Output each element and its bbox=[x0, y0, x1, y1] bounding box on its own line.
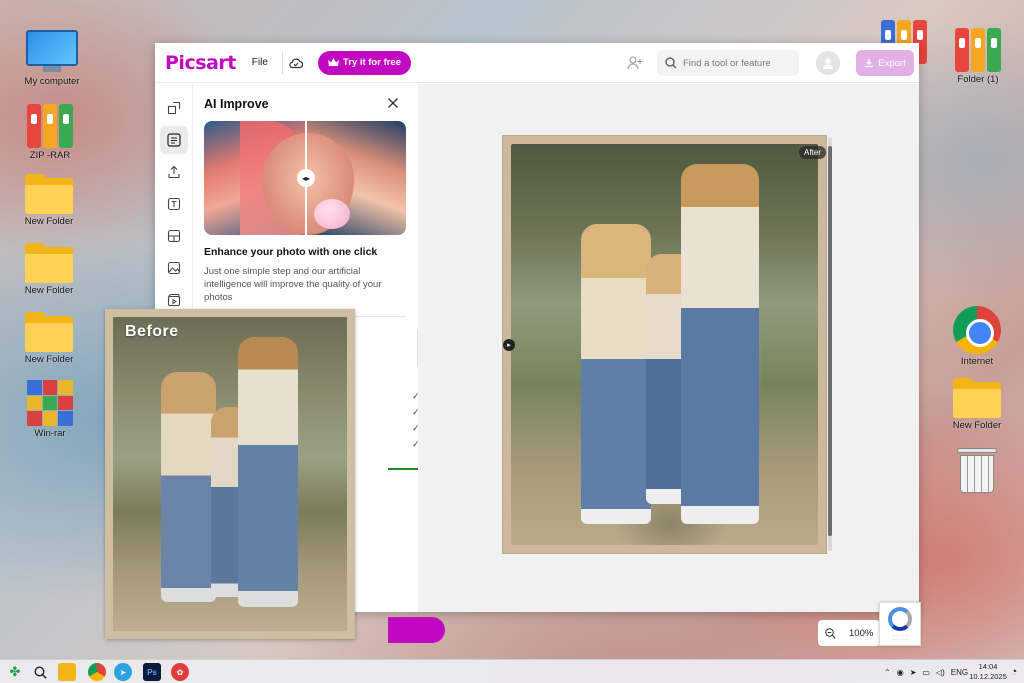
recaptcha-icon bbox=[888, 607, 912, 631]
picsart-logo[interactable]: Picsart bbox=[165, 52, 236, 74]
desktop-icon-label: ZIP -RAR bbox=[29, 150, 71, 161]
desktop-icon-new-folder-1[interactable]: New Folder bbox=[14, 174, 84, 227]
edited-photo[interactable] bbox=[503, 136, 826, 553]
after-badge: After bbox=[799, 146, 826, 159]
monitor-icon bbox=[26, 30, 78, 74]
rail-resize-icon[interactable] bbox=[160, 94, 188, 122]
volume-icon[interactable]: ◁) bbox=[936, 668, 945, 677]
file-explorer-icon[interactable] bbox=[58, 663, 76, 681]
desktop-icon-label: New Folder bbox=[24, 216, 74, 227]
search-placeholder: Find a tool or feature bbox=[683, 57, 771, 69]
telegram-icon[interactable]: ➤ bbox=[114, 663, 132, 681]
user-icon bbox=[823, 58, 833, 69]
search-icon bbox=[665, 57, 677, 69]
export-label: Export bbox=[878, 57, 906, 69]
rail-image-icon[interactable] bbox=[160, 254, 188, 282]
desktop-icon-label: My computer bbox=[24, 76, 80, 87]
vertical-scrollbar[interactable] bbox=[828, 138, 832, 551]
try-for-free-label: Try it for free bbox=[342, 57, 401, 68]
photoshop-icon[interactable]: Ps bbox=[143, 663, 161, 681]
search-input[interactable]: Find a tool or feature bbox=[657, 50, 799, 76]
compare-slider-handle-icon[interactable]: ◂▸ bbox=[297, 169, 315, 187]
clock-time: 14:04 bbox=[978, 662, 998, 671]
desktop-icon-new-folder-3[interactable]: New Folder bbox=[14, 312, 84, 365]
before-after-preview-image[interactable]: ◂▸ bbox=[204, 121, 406, 235]
export-button[interactable]: Export bbox=[856, 50, 914, 76]
desktop-icon-label: New Folder bbox=[952, 420, 1002, 431]
language-indicator[interactable]: ENG bbox=[951, 668, 968, 677]
crown-icon bbox=[327, 58, 339, 66]
panel-title: AI Improve bbox=[204, 97, 269, 111]
desktop-icon-win-rar[interactable]: Win-rar bbox=[15, 380, 85, 439]
telegram-tray-icon[interactable]: ➤ bbox=[910, 668, 917, 677]
desktop-icon-new-folder-right[interactable]: New Folder bbox=[942, 378, 1012, 431]
clock-date: 10.12.2025 bbox=[969, 672, 1007, 681]
folder-icon bbox=[953, 378, 1001, 418]
folder-icon bbox=[25, 312, 73, 352]
desktop-icon-folder-1[interactable]: Folder (1) bbox=[943, 28, 1013, 85]
download-icon bbox=[865, 59, 874, 68]
recaptcha-badge[interactable]: · · · · · · · · · · · · · · · · bbox=[879, 602, 921, 646]
trash-icon bbox=[957, 448, 997, 494]
desktop-icon-my-computer[interactable]: My computer bbox=[17, 30, 87, 87]
rail-upload-icon[interactable] bbox=[160, 158, 188, 186]
desktop-icon-zip-rar[interactable]: ZIP -RAR bbox=[15, 104, 85, 161]
rail-layout-icon[interactable] bbox=[160, 222, 188, 250]
chrome-taskbar-icon[interactable] bbox=[88, 663, 106, 681]
winrar-icon bbox=[27, 380, 73, 426]
start-menu-icon[interactable]: ✤ bbox=[6, 663, 24, 681]
apply-button[interactable] bbox=[388, 617, 445, 643]
desktop-icon-label: New Folder bbox=[24, 354, 74, 365]
zoom-out-icon[interactable] bbox=[824, 627, 836, 639]
desktop-icon-label: Folder (1) bbox=[957, 74, 999, 85]
top-bar: Picsart File Try it for free Find a tool… bbox=[155, 43, 919, 83]
try-for-free-button[interactable]: Try it for free bbox=[317, 50, 411, 75]
invite-user-icon[interactable] bbox=[625, 53, 645, 73]
desktop-icon-new-folder-2[interactable]: New Folder bbox=[14, 243, 84, 296]
before-photo-overlay: Before bbox=[105, 309, 355, 639]
desktop-icon-internet[interactable]: Internet bbox=[942, 306, 1012, 367]
folder-icon bbox=[25, 243, 73, 283]
notifications-icon[interactable]: ◔ bbox=[1005, 663, 1023, 681]
rail-text-icon[interactable] bbox=[160, 190, 188, 218]
desktop-icon-label: Internet bbox=[960, 356, 994, 367]
panel-description: Just one simple step and our artificial … bbox=[204, 266, 382, 303]
picsart-taskbar-icon[interactable]: ✿ bbox=[171, 663, 189, 681]
compare-handle-icon[interactable]: ▸ bbox=[503, 339, 515, 351]
zoom-control: 100% bbox=[818, 620, 880, 646]
editor-canvas[interactable]: After ▸ 100% · · · · · · · · · · · · · · … bbox=[418, 84, 921, 646]
file-menu[interactable]: File bbox=[252, 57, 268, 68]
desktop-icon-recycle-bin[interactable] bbox=[942, 448, 1012, 494]
avatar[interactable] bbox=[816, 51, 840, 75]
tray-chevron-icon[interactable]: ⌃ bbox=[884, 668, 891, 677]
archive-binders-icon bbox=[27, 104, 73, 148]
archive-binders-icon bbox=[955, 28, 1001, 72]
close-icon[interactable] bbox=[387, 96, 401, 110]
desktop-icon-label: Win-rar bbox=[34, 428, 66, 439]
folder-icon bbox=[25, 174, 73, 214]
before-label: Before bbox=[125, 323, 179, 340]
taskbar: ✤ ➤ Ps ✿ ⌃ ◉ ➤ ▭ ◁) ENG 14:04 10.12.2025… bbox=[0, 659, 1024, 683]
clock[interactable]: 14:04 10.12.2025 bbox=[968, 662, 1008, 682]
battery-icon[interactable]: ▭ bbox=[922, 668, 930, 677]
chrome-icon bbox=[953, 306, 1001, 354]
cloud-sync-icon[interactable] bbox=[281, 51, 304, 74]
search-icon[interactable] bbox=[31, 663, 49, 681]
desktop-icon-label: New Folder bbox=[24, 285, 74, 296]
zoom-level[interactable]: 100% bbox=[849, 628, 873, 639]
rail-tools-icon[interactable] bbox=[159, 126, 188, 154]
panel-heading: Enhance your photo with one click bbox=[204, 246, 378, 258]
system-tray: ⌃ ◉ ➤ ▭ ◁) ENG bbox=[884, 660, 968, 683]
network-status-icon[interactable]: ◉ bbox=[897, 668, 904, 677]
